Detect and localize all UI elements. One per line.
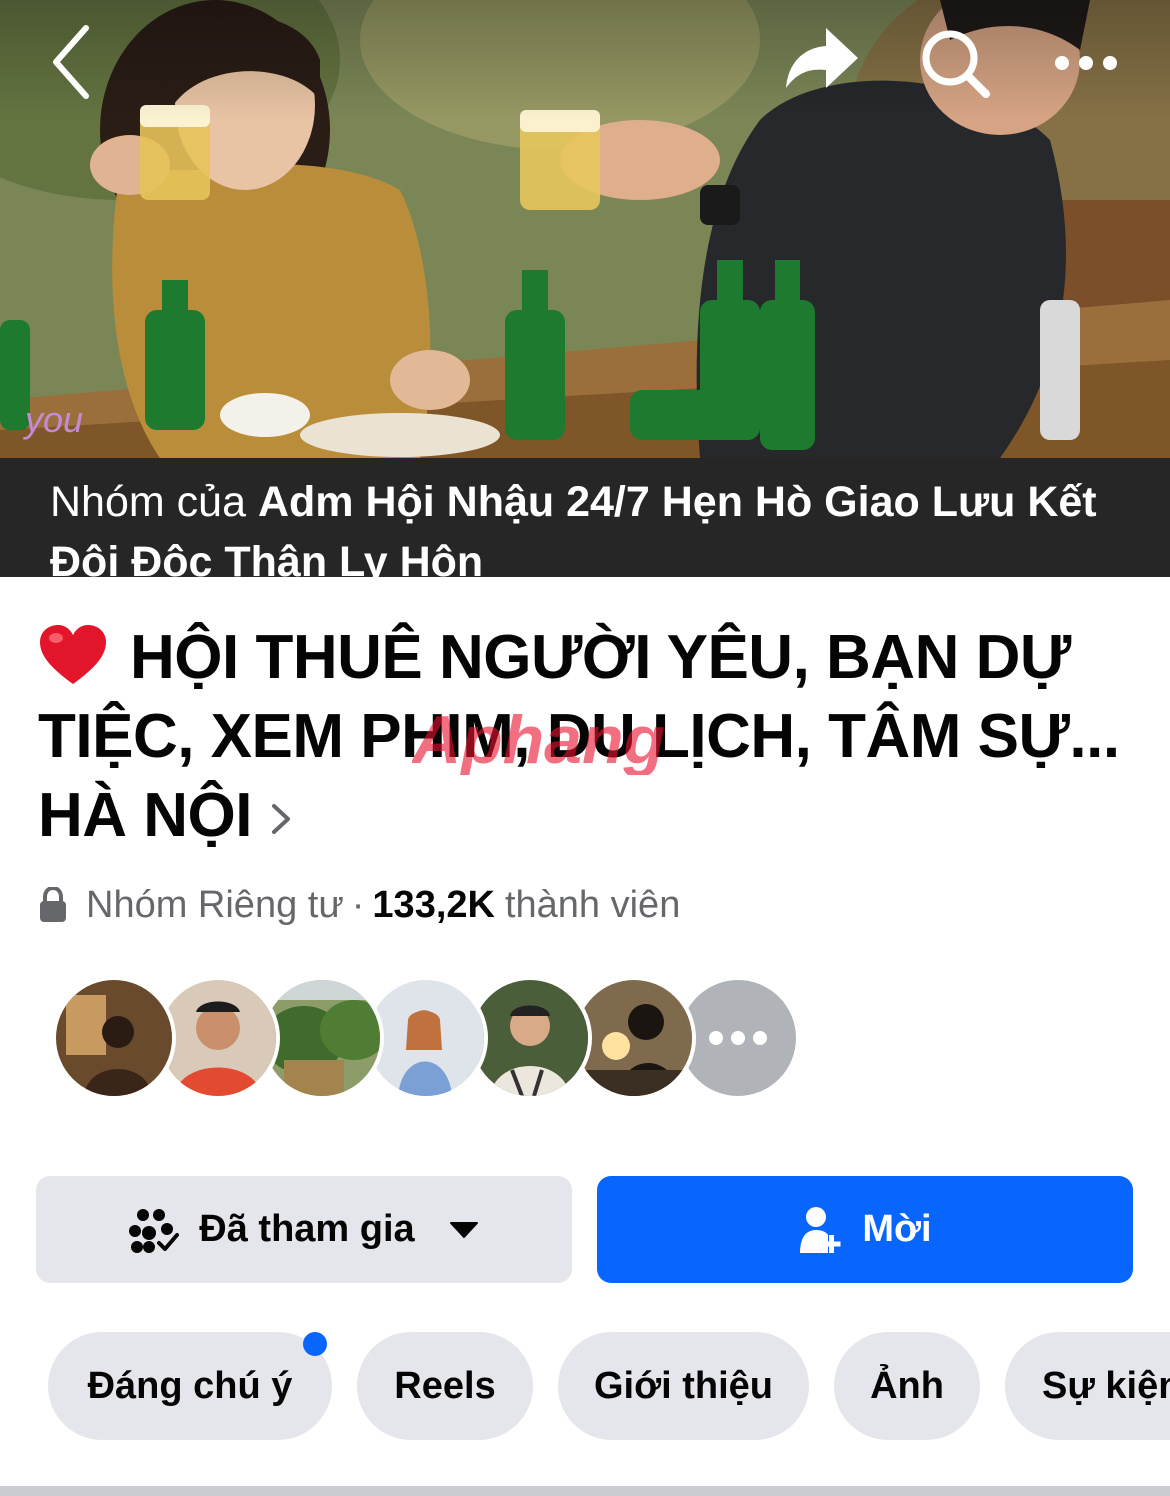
group-joined-icon [129,1208,180,1253]
share-icon [786,28,858,88]
joined-label: Đã tham gia [199,1208,415,1250]
cover-photo[interactable]: you [0,0,1170,458]
tab-highlights[interactable]: Đáng chú ý [48,1332,332,1440]
tab-label: Reels [394,1364,496,1407]
notification-dot [303,1332,327,1356]
group-title[interactable]: HỘI THUÊ NGƯỜI YÊU, BẠN DỰ TIỆC, XEM PHI… [38,618,1138,855]
chevron-right-icon [272,804,290,834]
lock-icon [40,887,66,922]
tab-reels[interactable]: Reels [357,1332,533,1440]
invite-label: Mời [862,1208,932,1250]
back-icon [53,25,89,99]
share-button[interactable] [784,26,860,92]
add-person-icon [800,1206,841,1253]
red-heart-icon [40,625,106,684]
back-button[interactable] [48,22,94,102]
member-suffix[interactable]: thành viên [505,884,680,927]
member-count[interactable]: 133,2K [372,884,495,927]
more-icon [709,1031,767,1045]
meta-separator: · [351,883,365,926]
svg-text:you: you [22,399,83,440]
group-page: you Nhóm của Adm Hội Nhậu 24/7 Hẹn Hò Gi… [0,0,1170,1496]
group-meta: Nhóm Riêng tư · 133,2K thành viên [38,880,680,930]
avatar[interactable] [52,976,176,1100]
group-title-text: HỘI THUÊ NGƯỜI YÊU, BẠN DỰ TIỆC, XEM PHI… [38,623,1120,850]
tab-label: Sự kiện [1042,1364,1170,1407]
tab-label: Ảnh [870,1364,944,1407]
tab-photos[interactable]: Ảnh [834,1332,980,1440]
group-owner-bar[interactable]: Nhóm của Adm Hội Nhậu 24/7 Hẹn Hò Giao L… [0,458,1170,577]
tab-label: Giới thiệu [593,1364,773,1407]
cover-scene-image: you [0,0,1170,458]
group-owner-text: Nhóm của Adm Hội Nhậu 24/7 Hẹn Hò Giao L… [50,472,1130,577]
section-divider [0,1486,1170,1496]
privacy-label: Nhóm Riêng tư [86,883,344,926]
search-button[interactable] [918,26,990,98]
tab-label: Đáng chú ý [87,1364,293,1407]
tab-about[interactable]: Giới thiệu [558,1332,809,1440]
joined-button[interactable]: Đã tham gia [36,1176,572,1283]
more-options-button[interactable] [1052,50,1122,76]
tab-events[interactable]: Sự kiện [1005,1332,1170,1440]
owner-prefix: Nhóm của [50,478,246,526]
search-icon [922,30,990,98]
invite-button[interactable]: Mời [597,1176,1133,1283]
more-icon [1055,56,1117,70]
caret-down-icon [449,1221,478,1238]
